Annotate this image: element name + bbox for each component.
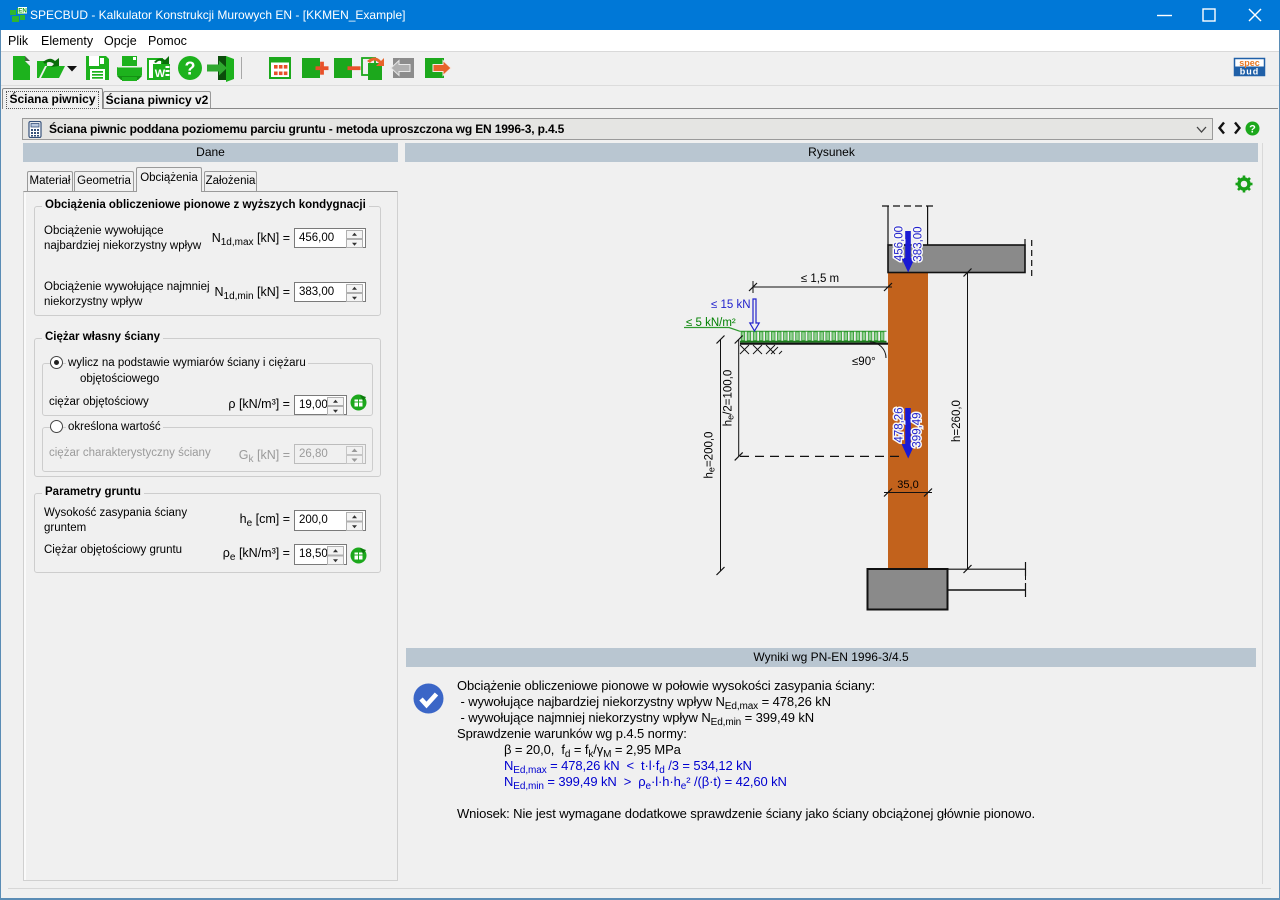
svg-text:W: W <box>155 68 166 80</box>
svg-text:he=200,0: he=200,0 <box>704 432 717 479</box>
svg-text:?: ? <box>185 59 196 79</box>
svg-text:bud: bud <box>1240 67 1260 77</box>
svg-text:EN: EN <box>18 8 27 15</box>
svg-text:≤ 15 kN: ≤ 15 kN <box>711 299 751 311</box>
svg-text:383,00: 383,00 <box>912 226 924 261</box>
svg-text:≤ 1,5 m: ≤ 1,5 m <box>801 273 839 285</box>
svg-text:478,26: 478,26 <box>894 407 906 442</box>
svg-text:≤90°: ≤90° <box>852 356 876 368</box>
svg-text:?: ? <box>1249 124 1256 136</box>
svg-text:35,0: 35,0 <box>897 479 918 491</box>
svg-text:399,49: 399,49 <box>912 412 924 447</box>
svg-text:he/2=100,0: he/2=100,0 <box>723 370 736 427</box>
svg-text:h=260,0: h=260,0 <box>951 400 963 442</box>
svg-text:456,00: 456,00 <box>894 226 906 261</box>
